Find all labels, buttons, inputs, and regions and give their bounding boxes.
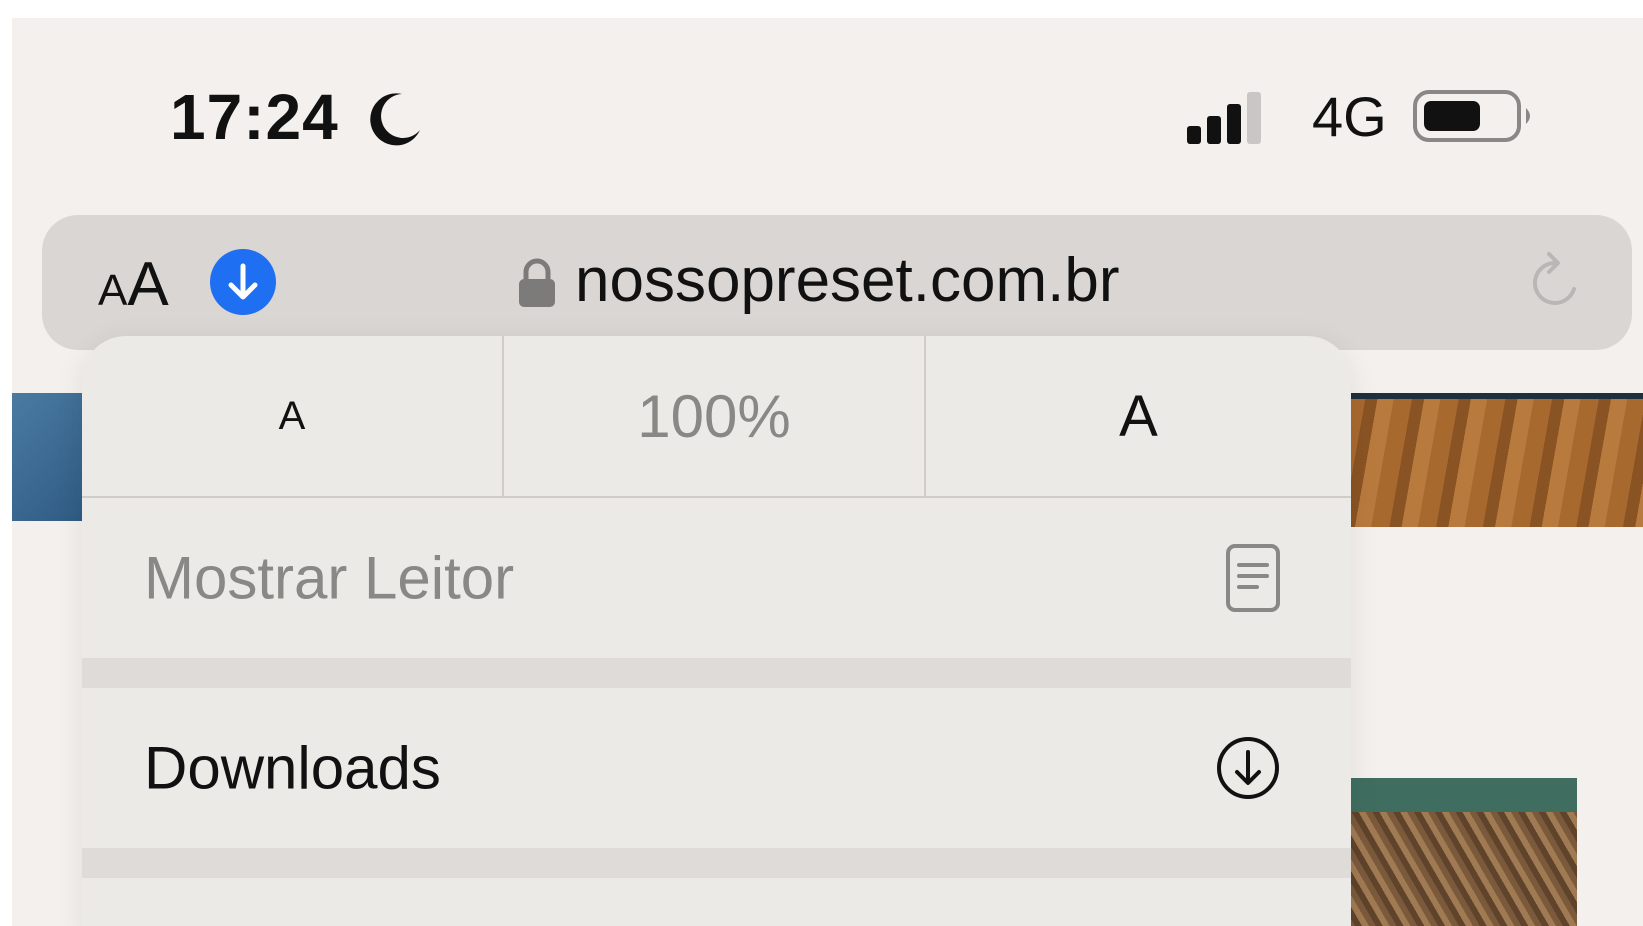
show-reader-item[interactable]: Mostrar Leitor <box>82 498 1351 658</box>
reader-icon <box>1226 544 1280 612</box>
address-bar[interactable]: AA nossopreset.com.br <box>42 215 1632 350</box>
decrease-text-size-button[interactable]: A <box>82 336 504 496</box>
text-size-button[interactable]: AA <box>98 249 169 320</box>
page-menu-popup: A 100% A Mostrar Leitor Downloads <box>82 336 1351 926</box>
phone-screen: 17:24 4G AA nossopreset.com.br A 100% A … <box>12 18 1643 926</box>
signal-icon <box>1187 92 1261 144</box>
lock-icon <box>519 258 555 307</box>
downloads-label: Downloads <box>144 734 441 802</box>
increase-text-size-button[interactable]: A <box>926 336 1351 496</box>
status-time: 17:24 <box>170 81 339 153</box>
zoom-controls: A 100% A <box>82 336 1351 498</box>
zoom-level[interactable]: 100% <box>504 336 926 496</box>
text-size-large-a: A <box>127 250 169 319</box>
menu-separator <box>82 848 1351 878</box>
menu-separator <box>82 658 1351 688</box>
download-circle-icon <box>1217 737 1279 799</box>
show-reader-label: Mostrar Leitor <box>144 544 515 612</box>
reload-icon[interactable] <box>1522 249 1590 317</box>
url-text[interactable]: nossopreset.com.br <box>575 245 1119 316</box>
page-image-roof <box>1347 778 1577 926</box>
page-image-left <box>12 393 92 521</box>
moon-icon <box>370 93 420 146</box>
network-type: 4G <box>1312 85 1387 148</box>
battery-icon <box>1413 90 1530 142</box>
text-size-small-a: A <box>98 266 128 315</box>
page-image-wood <box>1347 393 1643 527</box>
downloads-item[interactable]: Downloads <box>82 688 1351 848</box>
download-badge-icon[interactable] <box>210 249 276 315</box>
